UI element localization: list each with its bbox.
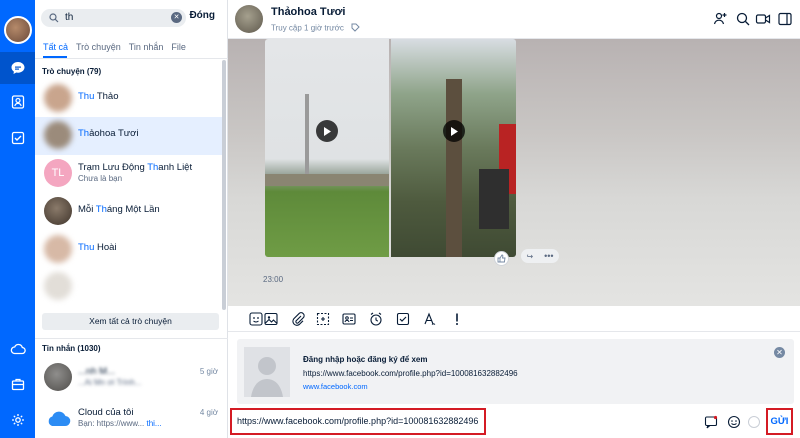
see-all-conversations-button[interactable]: Xem tất cả trò chuyện	[42, 313, 219, 330]
cloud-icon	[48, 411, 71, 427]
chat-header: Thảohoa Tươi Truy cập 1 giờ trước	[228, 0, 800, 39]
divider	[35, 338, 228, 339]
format-text-icon[interactable]	[422, 311, 438, 327]
contact-name: Thu Hoài	[78, 242, 117, 253]
contact-row[interactable]: Thu Thảo	[35, 80, 222, 118]
search-query: th	[65, 12, 74, 23]
compose-area: Đăng nhập hoặc đăng ký để xem https://ww…	[228, 332, 800, 438]
my-avatar[interactable]	[4, 16, 32, 44]
message-snippet: Bạn: https://www... thi...	[78, 419, 162, 428]
chat-avatar[interactable]	[235, 5, 263, 33]
clear-search-icon[interactable]: ✕	[171, 12, 182, 23]
chat-contact-name: Thảohoa Tươi	[271, 6, 346, 18]
cloud-icon[interactable]	[0, 333, 35, 365]
link-preview-title: Đăng nhập hoặc đăng ký để xem	[303, 355, 428, 364]
contact-card-icon[interactable]	[341, 311, 357, 327]
contact-row[interactable]: Mỗi Tháng Một Lần	[35, 193, 222, 231]
message-sender: Cloud của tôi	[78, 407, 134, 418]
video-thumbnail[interactable]	[391, 39, 516, 257]
message-actions: ↪ •••	[521, 249, 559, 263]
message-input[interactable]: https://www.facebook.com/profile.php?id=…	[230, 408, 486, 435]
contact-avatar	[44, 121, 72, 149]
search-input[interactable]: th ✕	[41, 9, 186, 27]
close-preview-icon[interactable]: ✕	[774, 347, 785, 358]
urgent-icon[interactable]	[449, 311, 465, 327]
attach-icon[interactable]	[290, 311, 306, 327]
toolbox-icon[interactable]	[0, 368, 35, 400]
message-time: 4 giờ	[199, 408, 218, 417]
contact-avatar	[44, 84, 72, 112]
message-timestamp: 23:00	[263, 275, 284, 284]
video-call-icon[interactable]	[755, 11, 771, 27]
image-icon[interactable]	[263, 311, 279, 327]
search-icon[interactable]	[735, 11, 751, 27]
contact-row[interactable]	[35, 268, 222, 306]
chat-messages: ↪ ••• 23:00	[228, 39, 800, 306]
contact-row[interactable]: TL Trạm Lưu Động Thanh Liệt Chưa là bạn	[35, 155, 222, 193]
search-icon	[49, 13, 59, 23]
play-icon[interactable]	[316, 120, 338, 142]
like-icon[interactable]	[494, 251, 509, 266]
contact-name: Trạm Lưu Động Thanh Liệt	[78, 162, 193, 173]
contact-avatar	[44, 197, 72, 225]
chat-icon[interactable]	[0, 52, 35, 84]
tab-files[interactable]: File	[171, 42, 186, 52]
tab-all[interactable]: Tất cả	[43, 42, 68, 52]
contact-status: Chưa là bạn	[78, 174, 123, 183]
contacts-icon[interactable]	[0, 86, 35, 118]
reminder-icon[interactable]	[368, 311, 384, 327]
divider	[35, 58, 228, 59]
contact-avatar-initials: TL	[44, 159, 72, 187]
contact-row[interactable]: Thu Hoài	[35, 231, 222, 269]
tab-conversations[interactable]: Trò chuyện	[76, 42, 121, 52]
section-messages-title: Tin nhắn (1030)	[42, 344, 101, 353]
contact-name: Thảohoa Tươi	[78, 128, 139, 139]
sidebar-toggle-icon[interactable]	[777, 11, 793, 27]
chat-last-seen: Truy cập 1 giờ trước	[271, 23, 360, 34]
close-search-button[interactable]: Đóng	[189, 10, 215, 21]
message-row[interactable]: ...nh M... ...Ai Mn ơi Trình... 5 giờ	[35, 359, 222, 397]
task-icon[interactable]	[395, 311, 411, 327]
play-icon[interactable]	[443, 120, 465, 142]
link-preview-card[interactable]: Đăng nhập hoặc đăng ký để xem https://ww…	[237, 339, 794, 404]
compose-toolbar	[228, 306, 800, 332]
add-member-icon[interactable]	[712, 11, 728, 27]
tab-messages[interactable]: Tin nhắn	[129, 42, 164, 52]
sticker-icon[interactable]	[248, 311, 264, 327]
scrollbar[interactable]	[222, 60, 226, 310]
video-thumbnail[interactable]	[265, 39, 389, 257]
message-avatar	[44, 363, 72, 391]
contact-avatar	[44, 235, 72, 263]
tag-icon[interactable]	[351, 23, 360, 34]
emoji-icon[interactable]	[727, 415, 741, 429]
message-time: 5 giờ	[199, 367, 218, 376]
like-icon[interactable]	[747, 415, 761, 429]
contact-avatar	[44, 272, 72, 300]
todo-icon[interactable]	[0, 122, 35, 154]
message-snippet: ...Ai Mn ơi Trình...	[78, 378, 142, 387]
link-preview-domain[interactable]: www.facebook.com	[303, 382, 368, 391]
share-icon[interactable]: ↪	[526, 252, 533, 261]
more-icon[interactable]: •••	[544, 252, 553, 261]
link-preview-image	[244, 347, 290, 397]
message-row[interactable]: Cloud của tôi Bạn: https://www... thi...…	[35, 401, 222, 438]
link-preview-url: https://www.facebook.com/profile.php?id=…	[303, 369, 518, 378]
conversation-panel: th ✕ Đóng Tất cả Trò chuyện Tin nhắn Fil…	[35, 0, 228, 438]
contact-row-selected[interactable]: Thảohoa Tươi	[35, 117, 222, 155]
section-conversations-title: Trò chuyện (79)	[42, 67, 102, 76]
search-tabs: Tất cả Trò chuyện Tin nhắn File	[43, 42, 186, 52]
quick-message-icon[interactable]	[704, 415, 718, 429]
cloud-avatar	[44, 405, 72, 433]
nav-rail	[0, 0, 35, 438]
send-button[interactable]: GỬI	[766, 408, 793, 435]
message-sender: ...nh M...	[78, 366, 115, 377]
settings-icon[interactable]	[0, 404, 35, 436]
contact-name: Thu Thảo	[78, 91, 119, 102]
contact-name: Mỗi Tháng Một Lần	[78, 204, 160, 215]
screenshot-icon[interactable]	[315, 311, 331, 327]
